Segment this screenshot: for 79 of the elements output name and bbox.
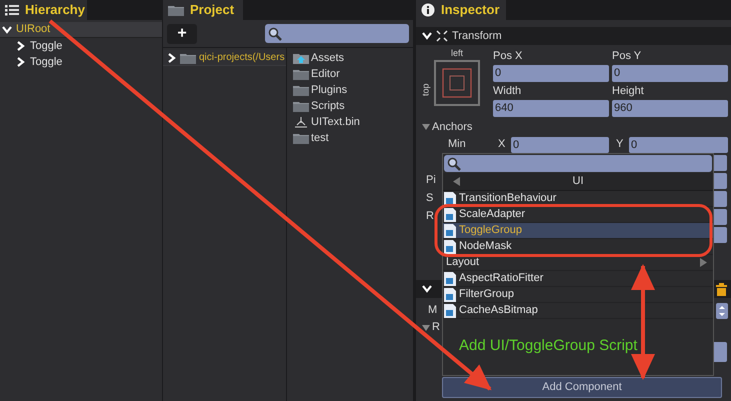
field-label: S — [426, 191, 434, 206]
tree-item[interactable]: Toggle — [0, 54, 162, 70]
chevron-down-icon — [2, 24, 12, 34]
spinner-icon — [716, 302, 728, 318]
chevron-right-icon — [167, 52, 177, 62]
menu-item[interactable]: NodeMask — [443, 239, 713, 255]
submenu-arrow-icon — [700, 258, 707, 267]
panel-tab[interactable]: Hierarchy — [0, 0, 87, 20]
search-field[interactable] — [265, 24, 409, 43]
search-field[interactable] — [444, 155, 712, 172]
list-icon — [5, 4, 19, 16]
file-name[interactable]: test — [311, 130, 329, 146]
triangle-icon — [422, 324, 430, 332]
folder-icon — [168, 4, 184, 16]
script-file-icon — [444, 208, 456, 222]
script-file-icon — [444, 240, 456, 254]
tree-item[interactable]: UIRoot — [0, 22, 162, 38]
input-field[interactable]: 0 — [493, 65, 609, 82]
search-icon — [268, 26, 282, 40]
folder-icon — [180, 52, 196, 64]
field-label: Y — [616, 137, 624, 152]
field-label: Min — [448, 137, 467, 152]
script-file-icon — [444, 272, 456, 286]
input-field[interactable]: 640 — [493, 100, 609, 117]
folder-icon — [293, 132, 309, 144]
field-label: Pi — [426, 173, 436, 188]
field-label: Height — [612, 84, 645, 99]
script-file-icon — [444, 304, 456, 318]
folder-icon — [293, 68, 309, 80]
script-file-icon — [444, 288, 456, 302]
field-label: R — [426, 209, 434, 224]
folder-arrow-icon — [293, 52, 309, 64]
input-field[interactable]: 0 — [629, 136, 728, 152]
section-header[interactable]: Transform — [416, 27, 731, 45]
file-name[interactable]: Assets — [311, 50, 344, 66]
chevron-down-icon — [422, 31, 432, 41]
annotation-text: Add UI/ToggleGroup Script — [459, 336, 638, 356]
script-file-icon — [444, 224, 456, 238]
panel-tab[interactable]: Project — [163, 0, 243, 20]
menu-item[interactable]: FilterGroup — [443, 287, 713, 303]
field-label: R — [432, 320, 440, 336]
field-label: Pos Y — [612, 49, 642, 64]
field-label: Width — [493, 84, 522, 99]
menu-item[interactable]: CacheAsBitmap — [443, 303, 713, 319]
add-button[interactable]: + — [167, 24, 197, 44]
input-field[interactable]: 0 — [612, 65, 728, 82]
anchor-label: top — [420, 84, 432, 96]
field-label: X — [498, 137, 506, 152]
info-icon — [421, 3, 435, 17]
add-component-button[interactable]: Add Component — [442, 377, 722, 398]
menu-item[interactable]: ToggleGroup — [443, 223, 713, 239]
menu-item[interactable]: Layout — [443, 255, 713, 271]
file-icon — [293, 116, 309, 128]
file-name[interactable]: UIText.bin — [311, 114, 360, 130]
file-name[interactable]: Scripts — [311, 98, 345, 114]
field-label: M — [428, 303, 438, 318]
input-field[interactable]: 960 — [612, 100, 728, 117]
section-header[interactable]: Anchors — [416, 119, 731, 135]
menu-item[interactable]: AspectRatioFitter — [443, 271, 713, 287]
folder-icon — [293, 100, 309, 112]
search-icon — [447, 156, 461, 170]
triangle-icon — [422, 123, 430, 131]
panel-tab[interactable]: Inspector — [416, 0, 506, 20]
tree-item[interactable]: Toggle — [0, 38, 162, 54]
chevron-down-icon — [422, 284, 432, 294]
anchor-label: left — [451, 47, 464, 60]
input-field[interactable]: 0 — [511, 136, 609, 152]
file-name[interactable]: Plugins — [311, 82, 348, 98]
move-icon — [436, 30, 448, 42]
folder-icon — [293, 84, 309, 96]
menu-category: UI — [572, 174, 584, 190]
field-label: Pos X — [493, 49, 524, 64]
back-arrow-icon — [453, 177, 460, 186]
trash-icon — [716, 282, 727, 296]
file-name[interactable]: Editor — [311, 66, 340, 82]
tree-item[interactable]: qici-projects(/Users — [163, 50, 286, 66]
menu-item[interactable]: TransitionBehaviour — [443, 191, 713, 207]
anchor-preset-icon — [434, 60, 480, 106]
script-file-icon — [444, 192, 456, 206]
